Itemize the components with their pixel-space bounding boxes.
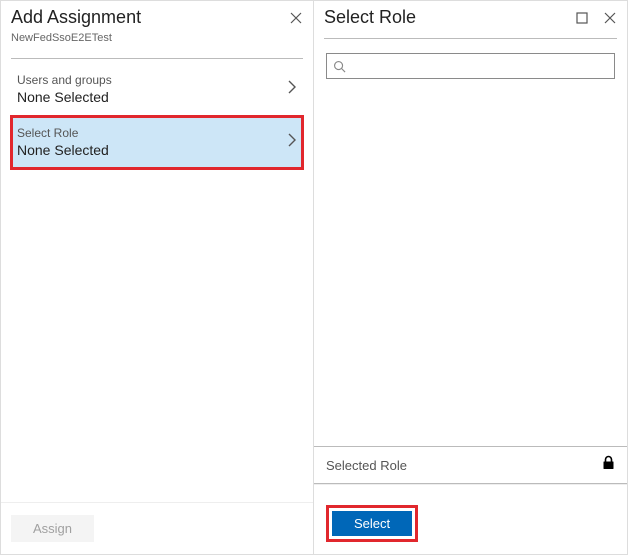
assignment-steps-list: Users and groups None Selected Select Ro… — [1, 59, 313, 502]
step-users-and-groups[interactable]: Users and groups None Selected — [11, 63, 303, 116]
close-icon[interactable] — [289, 11, 303, 25]
right-footer: Select — [314, 484, 627, 554]
search-box[interactable] — [326, 53, 615, 79]
select-button[interactable]: Select — [332, 511, 412, 536]
selected-role-label: Selected Role — [326, 458, 602, 473]
chevron-right-icon — [287, 79, 297, 100]
chevron-right-icon — [287, 132, 297, 153]
right-pane-header: Select Role — [314, 1, 627, 32]
step-select-role[interactable]: Select Role None Selected — [11, 116, 303, 169]
left-pane-header: Add Assignment — [1, 1, 313, 32]
left-pane-title: Add Assignment — [11, 7, 141, 28]
close-icon[interactable] — [603, 11, 617, 25]
maximize-icon[interactable] — [575, 11, 589, 25]
search-icon — [333, 60, 346, 73]
selected-role-row: Selected Role — [314, 446, 627, 484]
role-list-area — [314, 85, 627, 446]
step-title: Select Role — [17, 126, 287, 140]
lock-icon — [602, 455, 615, 475]
left-footer: Assign — [1, 502, 313, 554]
role-search-input[interactable] — [352, 59, 608, 73]
add-assignment-pane: Add Assignment NewFedSsoE2ETest Users an… — [1, 1, 314, 554]
right-pane-title: Select Role — [324, 7, 416, 28]
search-row — [314, 39, 627, 85]
step-title: Users and groups — [17, 73, 287, 87]
step-value: None Selected — [17, 142, 287, 158]
step-value: None Selected — [17, 89, 287, 105]
assign-button: Assign — [11, 515, 94, 542]
select-button-highlight: Select — [326, 505, 418, 542]
select-role-pane: Select Role Selected Role Select — [314, 1, 627, 554]
left-pane-subtitle: NewFedSsoE2ETest — [1, 32, 313, 52]
